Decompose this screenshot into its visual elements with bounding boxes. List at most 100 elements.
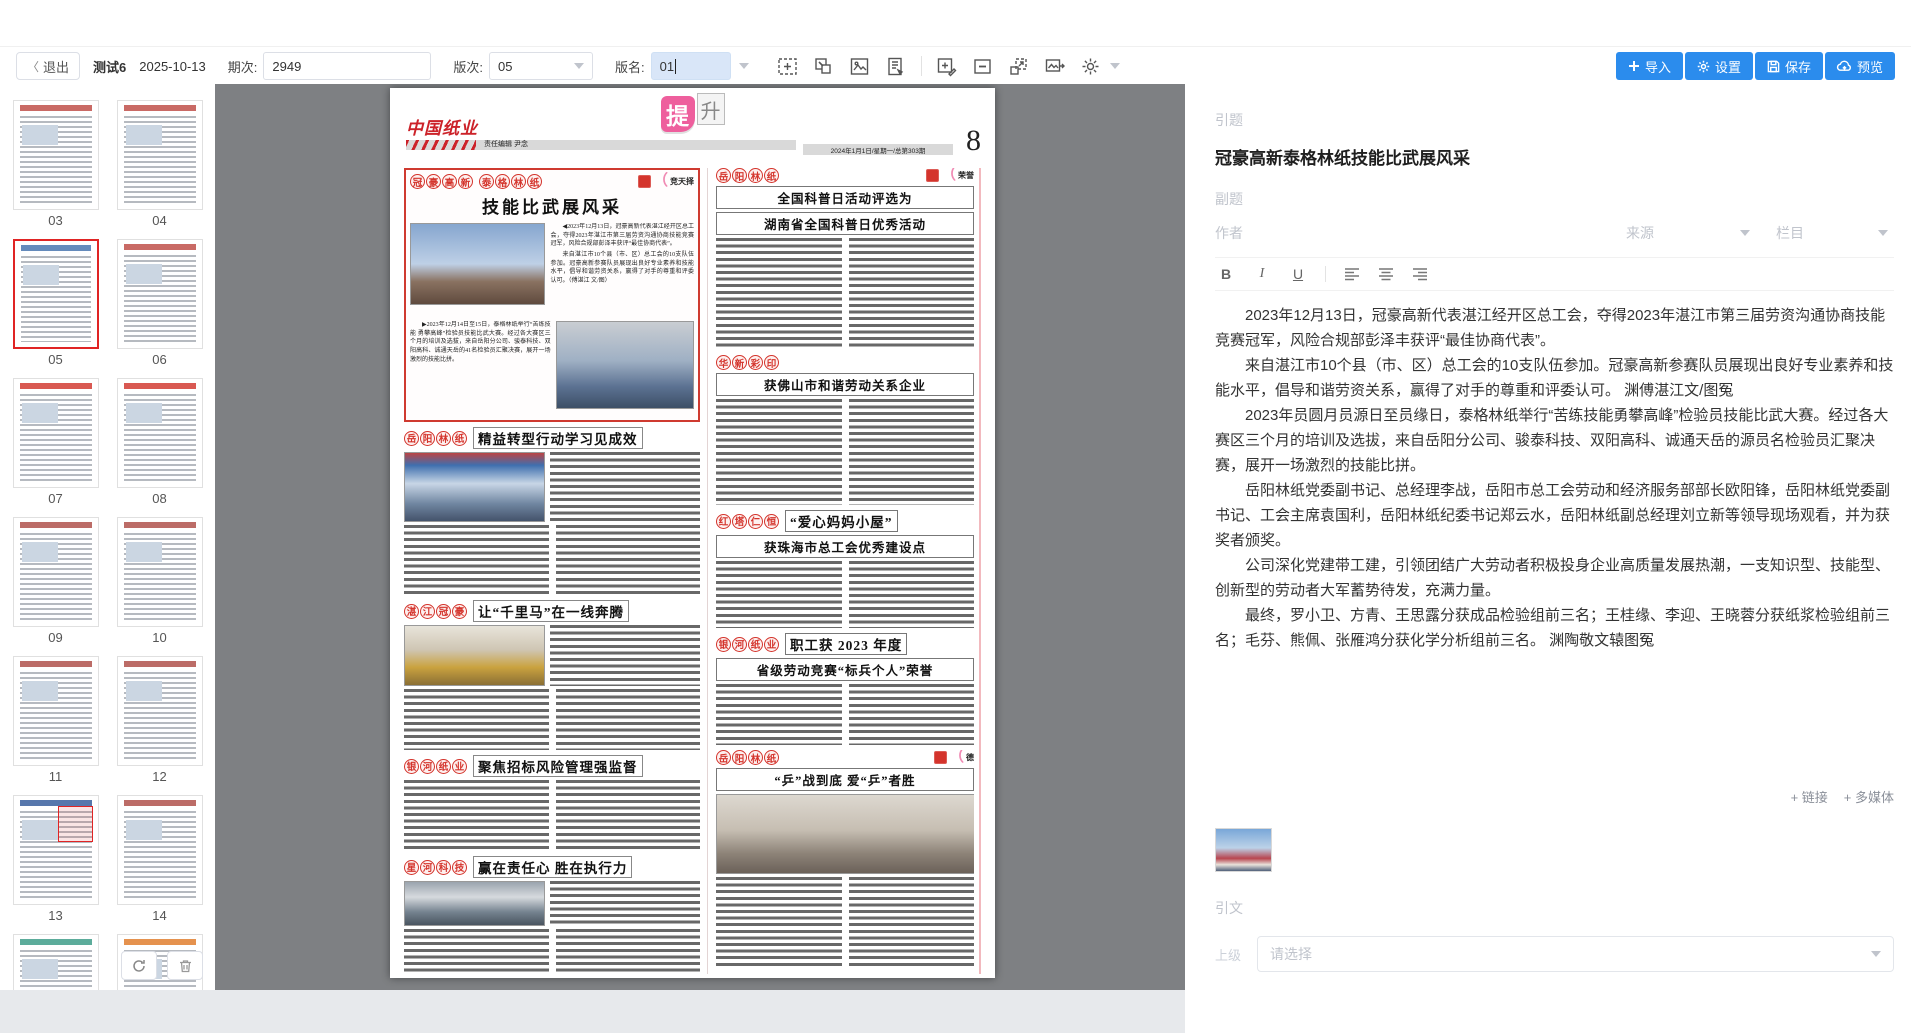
page-thumbnail[interactable] xyxy=(117,100,203,210)
swap-image-icon[interactable] xyxy=(1044,55,1066,77)
subtitle-field[interactable]: 副题 xyxy=(1215,189,1894,209)
article-title-field[interactable]: 冠豪高新泰格林纸技能比武展风采 xyxy=(1215,144,1894,169)
source-select[interactable]: 来源 xyxy=(1626,223,1776,243)
page-name-label: 版名: xyxy=(615,57,645,76)
page-thumbnail-item[interactable]: 04 xyxy=(117,100,203,235)
page-name-dropdown-caret[interactable] xyxy=(739,63,749,69)
page-thumbnail[interactable] xyxy=(117,378,203,488)
parent-select[interactable]: 请选择 xyxy=(1257,936,1894,972)
page-thumbnail-item[interactable]: 06 xyxy=(117,239,203,374)
page-thumbnail[interactable] xyxy=(13,795,99,905)
article-stamp: 泰格林纸 xyxy=(479,174,542,189)
page-name-input[interactable]: 01 xyxy=(651,52,731,80)
article-photo xyxy=(556,321,694,409)
article-body-editor[interactable]: 2023年12月13日，冠豪高新代表湛江经开区总工会，夺得2023年湛江市第三届… xyxy=(1215,303,1894,723)
newspaper-article[interactable]: 湛江冠豪让“千里马”在一线奔腾 xyxy=(404,600,700,750)
newspaper-article[interactable]: 冠豪高新泰格林纸（竞天择技能比武展风采◀2023年12月13日，冠豪高新代表湛江… xyxy=(404,168,700,422)
add-edit-frame-icon[interactable] xyxy=(936,55,958,77)
primary-actions: 导入 设置 保存 预览 xyxy=(1616,52,1895,80)
overlap-frames-icon[interactable] xyxy=(813,55,835,77)
settings-button[interactable]: 设置 xyxy=(1685,52,1753,80)
page-thumbnail-item[interactable]: 03 xyxy=(13,100,99,235)
newspaper-article[interactable]: 岳阳林纸（荣誉全国科普日活动评选为湖南省全国科普日优秀活动 xyxy=(716,168,974,350)
gear-dropdown-caret[interactable] xyxy=(1110,63,1120,69)
italic-button[interactable]: I xyxy=(1253,266,1271,282)
body-text-placeholder xyxy=(550,625,700,686)
article-headline: 让“千里马”在一线奔腾 xyxy=(473,600,629,622)
page-thumbnail-item[interactable]: 14 xyxy=(117,795,203,930)
save-button[interactable]: 保存 xyxy=(1755,52,1823,80)
page-thumbnail[interactable] xyxy=(13,656,99,766)
image-frame-icon[interactable] xyxy=(849,55,871,77)
align-right-icon[interactable] xyxy=(1412,267,1428,281)
newspaper-body: 冠豪高新泰格林纸（竞天择技能比武展风采◀2023年12月13日，冠豪高新代表湛江… xyxy=(390,166,995,974)
page-thumbnail-item[interactable]: 11 xyxy=(13,656,99,791)
attachment-links: + 链接 + 多媒体 xyxy=(1215,787,1894,806)
page-thumbnail-item[interactable]: 07 xyxy=(13,378,99,513)
intro-title-field[interactable]: 引题 xyxy=(1215,110,1894,130)
stamp-char: 业 xyxy=(764,637,779,652)
remove-frame-icon[interactable] xyxy=(972,55,994,77)
align-left-icon[interactable] xyxy=(1344,267,1360,281)
canvas-scroll-strip[interactable] xyxy=(0,990,1185,1033)
page-thumbnail[interactable] xyxy=(13,517,99,627)
preview-button[interactable]: 预览 xyxy=(1825,52,1895,80)
align-center-icon[interactable] xyxy=(1378,267,1394,281)
newspaper-article[interactable]: 银河纸业职工获 2023 年度省级劳动竞赛“标兵个人”荣誉 xyxy=(716,633,974,745)
add-frame-icon[interactable] xyxy=(777,55,799,77)
document-date: 2025-10-13 xyxy=(139,59,206,74)
newspaper-article[interactable]: 华新彩印获佛山市和谐劳动关系企业 xyxy=(716,355,974,505)
column-select[interactable]: 栏目 xyxy=(1776,223,1894,243)
page-thumbnail-item[interactable]: 13 xyxy=(13,795,99,930)
article-photo-thumbnail[interactable] xyxy=(1215,828,1272,872)
resize-frame-icon[interactable] xyxy=(1008,55,1030,77)
page-thumbnail[interactable] xyxy=(13,934,99,990)
page-thumbnail[interactable] xyxy=(13,100,99,210)
stamp-char: 星 xyxy=(404,860,419,875)
add-link-button[interactable]: + 链接 xyxy=(1791,787,1828,806)
page-thumbnail[interactable] xyxy=(117,795,203,905)
refresh-button[interactable] xyxy=(121,951,157,980)
newspaper-article[interactable]: 星河科技赢在责任心 胜在执行力 xyxy=(404,856,700,974)
article-stamp: 湛江冠豪 xyxy=(404,604,467,619)
edition-select[interactable]: 05 xyxy=(489,52,593,80)
underline-button[interactable]: U xyxy=(1289,266,1307,282)
issue-input[interactable]: 2949 xyxy=(263,52,431,80)
stamp-char: 纸 xyxy=(748,637,763,652)
page-thumbnail[interactable] xyxy=(117,239,203,349)
page-thumbnail[interactable] xyxy=(13,239,99,349)
page-thumbnail-label: 03 xyxy=(13,213,99,228)
page-thumbnail-item[interactable]: 05 xyxy=(13,239,99,374)
body-text-placeholder xyxy=(716,399,842,505)
page-thumbnail-item[interactable]: 08 xyxy=(117,378,203,513)
article-frame-icon[interactable] xyxy=(885,55,907,77)
page-thumbnail-item[interactable]: 10 xyxy=(117,517,203,652)
page-thumbnail-item[interactable]: 15 xyxy=(13,934,99,990)
newspaper-article[interactable]: 岳阳林纸精益转型行动学习见成效 xyxy=(404,427,700,595)
page-thumbnail[interactable] xyxy=(117,517,203,627)
badge-crescent: （ xyxy=(949,751,964,764)
settings-gear-icon[interactable] xyxy=(1080,55,1102,77)
layout-canvas[interactable]: 中国纸业 责任编辑 尹念 提 升 2024年1月1日/星期一/总第303期 8 … xyxy=(215,84,1185,990)
page-thumbnail[interactable] xyxy=(117,656,203,766)
exit-button[interactable]: 〈 退出 xyxy=(16,52,80,80)
article-badge: （竞天择 xyxy=(638,175,694,188)
stamp-char: 彩 xyxy=(748,355,763,370)
page-thumbnail-item[interactable]: 09 xyxy=(13,517,99,652)
add-media-button[interactable]: + 多媒体 xyxy=(1844,787,1894,806)
newspaper-article[interactable]: 红塔仁恒“爱心妈妈小屋”获珠海市总工会优秀建设点 xyxy=(716,510,974,628)
article-stamps: 星河科技 xyxy=(404,860,467,875)
page-thumbnail-label: 09 xyxy=(13,630,99,645)
body-paragraph: 来自湛江市10个县（市、区）总工会的10支队伍参加。冠豪高新参赛队员展现出良好专… xyxy=(1215,353,1894,403)
newspaper-article[interactable]: 岳阳林纸（德“乒”战到底 爱“乒”者胜 xyxy=(716,750,974,966)
author-field[interactable]: 作者 xyxy=(1215,223,1626,243)
bold-button[interactable]: B xyxy=(1217,266,1235,282)
newspaper-article[interactable]: 银河纸业聚焦招标风险管理强监督 xyxy=(404,755,700,851)
import-button[interactable]: 导入 xyxy=(1616,52,1683,80)
page-thumbnail[interactable] xyxy=(13,378,99,488)
page-thumbnail-item[interactable]: 12 xyxy=(117,656,203,791)
delete-button[interactable] xyxy=(167,951,203,980)
newspaper-page[interactable]: 中国纸业 责任编辑 尹念 提 升 2024年1月1日/星期一/总第303期 8 … xyxy=(390,88,995,978)
text-columns xyxy=(404,689,700,750)
toolbar-separator xyxy=(921,56,922,76)
